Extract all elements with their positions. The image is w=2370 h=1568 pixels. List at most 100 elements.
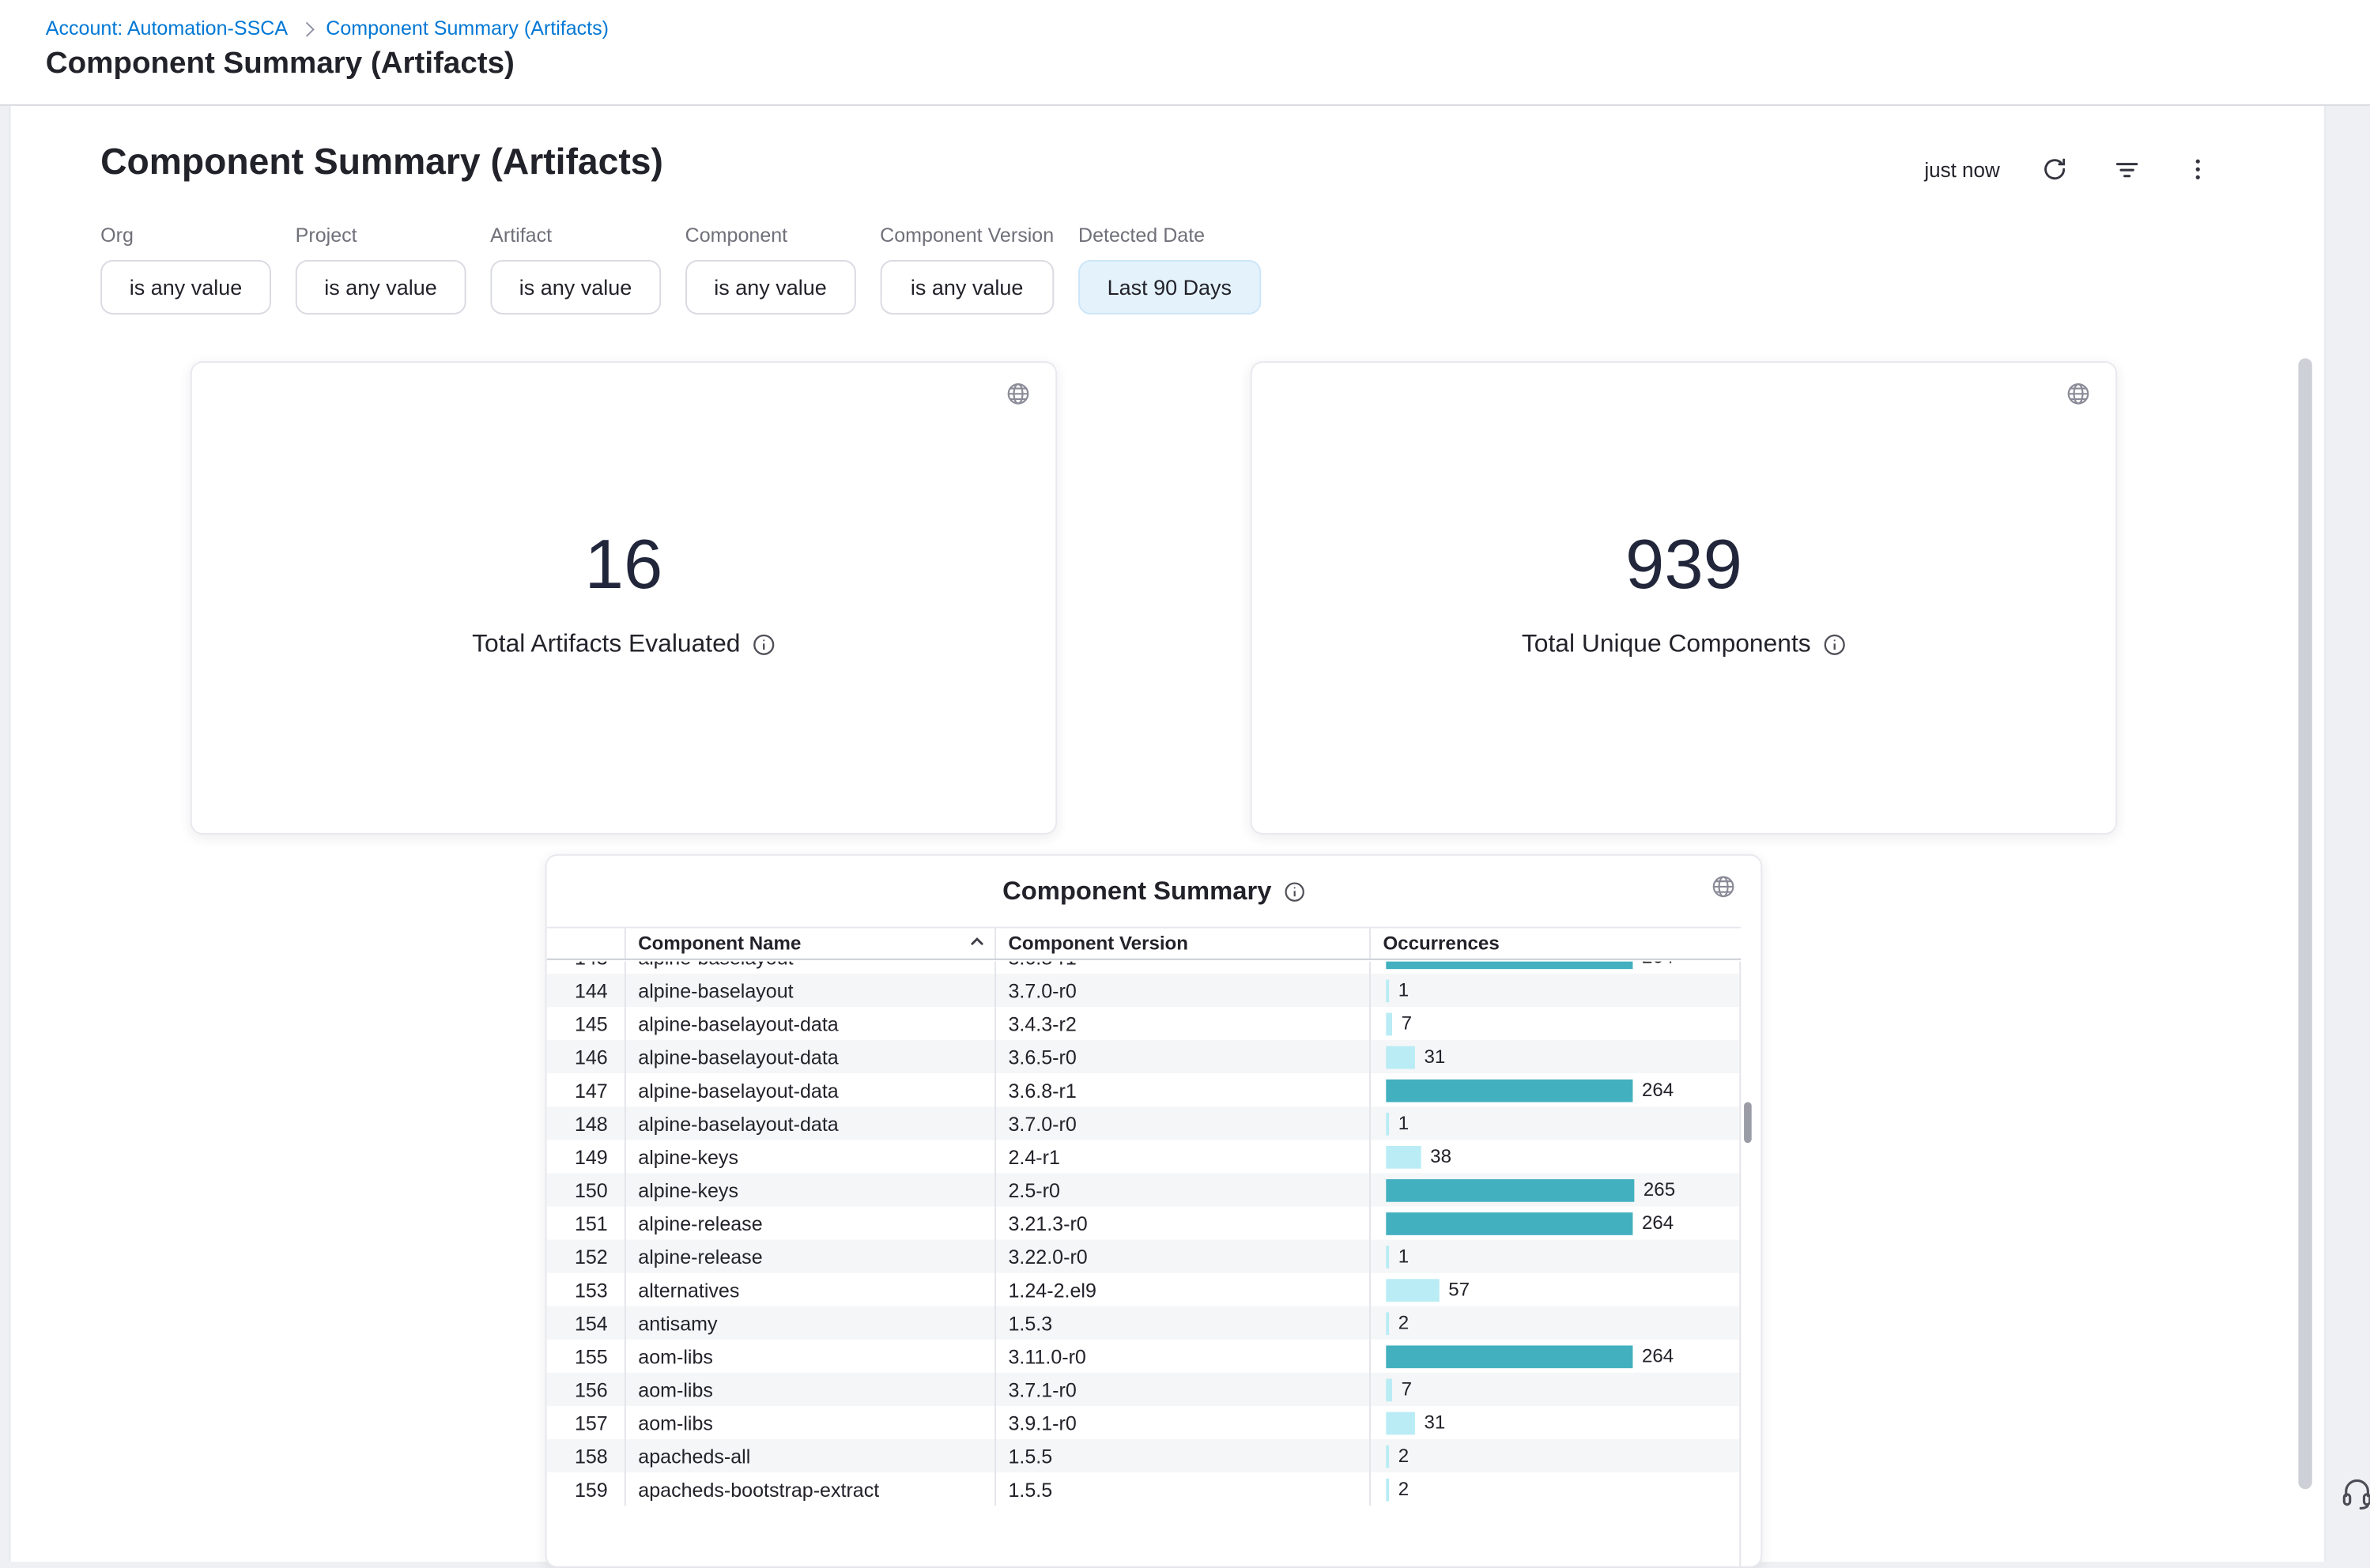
component-version-cell: 1.5.5: [994, 1439, 1369, 1472]
component-version-cell: 1.24-2.el9: [994, 1273, 1369, 1306]
occurrence-bar: [1386, 1012, 1392, 1035]
table-row[interactable]: 149alpine-keys2.4-r138: [547, 1140, 1740, 1173]
page-title: Component Summary (Artifacts): [46, 47, 515, 81]
filter-artifact-button[interactable]: is any value: [490, 260, 661, 315]
filter-bar: Orgis any valueProjectis any valueArtifa…: [100, 224, 1260, 315]
component-version-cell: 3.6.8-r1: [994, 962, 1369, 974]
component-version-cell: 1.5.5: [994, 1472, 1369, 1506]
filter-label: Artifact: [490, 224, 661, 247]
page-scrollbar-thumb[interactable]: [2298, 358, 2312, 1489]
filter-org-button[interactable]: is any value: [100, 260, 271, 315]
stat-label: Total Unique Components: [1522, 630, 1811, 658]
occurrence-value: 7: [1402, 1379, 1412, 1400]
breadcrumb-account-link[interactable]: Account: Automation-SSCA: [46, 17, 288, 40]
row-number-cell: 146: [547, 1040, 625, 1073]
component-name-cell: antisamy: [625, 1306, 994, 1340]
occurrence-bar: [1386, 1245, 1389, 1268]
occurrence-bar: [1386, 1345, 1632, 1368]
occurrence-bar: [1386, 979, 1389, 1002]
row-number-cell: 157: [547, 1406, 625, 1439]
filter-label: Project: [296, 224, 466, 247]
top-header: Account: Automation-SSCA Component Summa…: [0, 0, 2370, 106]
table-scrollbar-thumb[interactable]: [1744, 1102, 1752, 1144]
table-row[interactable]: 150alpine-keys2.5-r0265: [547, 1173, 1740, 1206]
table-row[interactable]: 151alpine-release3.21.3-r0264: [547, 1206, 1740, 1239]
component-version-cell: 3.7.0-r0: [994, 974, 1369, 1007]
filter-icon[interactable]: [2109, 153, 2142, 186]
component-name-cell: alpine-baselayout-data: [625, 1106, 994, 1140]
table-row[interactable]: 158apacheds-all1.5.52: [547, 1439, 1740, 1472]
table-body: 143alpine-baselayout3.6.8-r1264144alpine…: [547, 962, 1742, 1566]
row-number-cell: 152: [547, 1240, 625, 1273]
occurrence-value: 264: [1642, 1345, 1674, 1366]
occurrences-cell: 2: [1369, 1439, 1741, 1472]
component-name-cell: alpine-baselayout-data: [625, 1007, 994, 1040]
component-name-cell: alpine-baselayout-data: [625, 1073, 994, 1106]
occurrences-cell: 1: [1369, 1240, 1741, 1273]
column-header-component-name[interactable]: Component Name: [625, 929, 994, 959]
occurrences-cell: 2: [1369, 1306, 1741, 1340]
filter-label: Detected Date: [1078, 224, 1261, 247]
component-version-cell: 3.7.1-r0: [994, 1373, 1369, 1406]
occurrence-bar: [1386, 1445, 1389, 1468]
row-number-cell: 150: [547, 1173, 625, 1206]
component-name-cell: apacheds-bootstrap-extract: [625, 1472, 994, 1506]
component-version-cell: 3.4.3-r2: [994, 1007, 1369, 1040]
component-version-cell: 3.6.5-r0: [994, 1040, 1369, 1073]
app-viewport: Account: Automation-SSCA Component Summa…: [0, 0, 2370, 1562]
row-number-cell: 144: [547, 974, 625, 1007]
table-row[interactable]: 147alpine-baselayout-data3.6.8-r1264: [547, 1073, 1740, 1106]
table-row[interactable]: 152alpine-release3.22.0-r01: [547, 1240, 1740, 1273]
more-options-icon[interactable]: [2181, 153, 2214, 186]
component-name-cell: alternatives: [625, 1273, 994, 1306]
occurrence-value: 265: [1644, 1179, 1675, 1200]
component-version-cell: 3.22.0-r0: [994, 1240, 1369, 1273]
dashboard-panel: Component Summary (Artifacts) just now O…: [9, 106, 2327, 1562]
occurrence-bar: [1386, 1212, 1632, 1234]
refresh-icon[interactable]: [2038, 153, 2071, 186]
filter-label: Component: [685, 224, 856, 247]
table-row[interactable]: 155aom-libs3.11.0-r0264: [547, 1340, 1740, 1373]
column-header-component-version[interactable]: Component Version: [994, 929, 1369, 959]
table-row[interactable]: 153alternatives1.24-2.el957: [547, 1273, 1740, 1306]
occurrence-value: 2: [1398, 1312, 1409, 1333]
dashboard-controls: just now: [1924, 153, 2214, 186]
column-header-occurrences[interactable]: Occurrences: [1369, 929, 1741, 959]
table-row[interactable]: 146alpine-baselayout-data3.6.5-r031: [547, 1040, 1740, 1073]
table-row[interactable]: 154antisamy1.5.32: [547, 1306, 1740, 1340]
table-row[interactable]: 143alpine-baselayout3.6.8-r1264: [547, 962, 1740, 974]
occurrence-bar: [1386, 1178, 1634, 1201]
table-row[interactable]: 157aom-libs3.9.1-r031: [547, 1406, 1740, 1439]
occurrence-bar: [1386, 1311, 1389, 1334]
occurrence-value: 57: [1448, 1279, 1470, 1300]
breadcrumb-current-link[interactable]: Component Summary (Artifacts): [326, 17, 609, 40]
filter-project-button[interactable]: is any value: [296, 260, 466, 315]
column-header-index: [547, 929, 625, 959]
occurrence-bar: [1386, 1412, 1415, 1434]
breadcrumb: Account: Automation-SSCA Component Summa…: [46, 17, 609, 40]
info-icon[interactable]: [1823, 633, 1846, 656]
occurrence-value: 2: [1398, 1479, 1409, 1500]
info-icon[interactable]: [753, 633, 776, 656]
table-row[interactable]: 144alpine-baselayout3.7.0-r01: [547, 974, 1740, 1007]
filter-component-version-button[interactable]: is any value: [880, 260, 1054, 315]
filter-label: Org: [100, 224, 271, 247]
stat-card-total-artifacts: 16 Total Artifacts Evaluated: [191, 361, 1057, 835]
filter-project-group: Project is any value: [296, 224, 466, 315]
stat-label: Total Artifacts Evaluated: [472, 630, 740, 658]
filter-label: Component Version: [880, 224, 1054, 247]
table-row[interactable]: 159apacheds-bootstrap-extract1.5.52: [547, 1472, 1740, 1506]
component-version-cell: 2.4-r1: [994, 1140, 1369, 1173]
info-icon[interactable]: [1284, 881, 1305, 903]
occurrence-bar: [1386, 1112, 1389, 1135]
component-version-cell: 2.5-r0: [994, 1173, 1369, 1206]
filter-detected-date-button[interactable]: Last 90 Days: [1078, 260, 1261, 315]
table-row[interactable]: 145alpine-baselayout-data3.4.3-r27: [547, 1007, 1740, 1040]
component-name-cell: alpine-keys: [625, 1140, 994, 1173]
support-headset-icon[interactable]: [2339, 1476, 2370, 1518]
occurrences-cell: 1: [1369, 974, 1741, 1007]
table-row[interactable]: 148alpine-baselayout-data3.7.0-r01: [547, 1106, 1740, 1140]
table-row[interactable]: 156aom-libs3.7.1-r07: [547, 1373, 1740, 1406]
filter-component-button[interactable]: is any value: [685, 260, 856, 315]
filter-artifact-group: Artifact is any value: [490, 224, 661, 315]
